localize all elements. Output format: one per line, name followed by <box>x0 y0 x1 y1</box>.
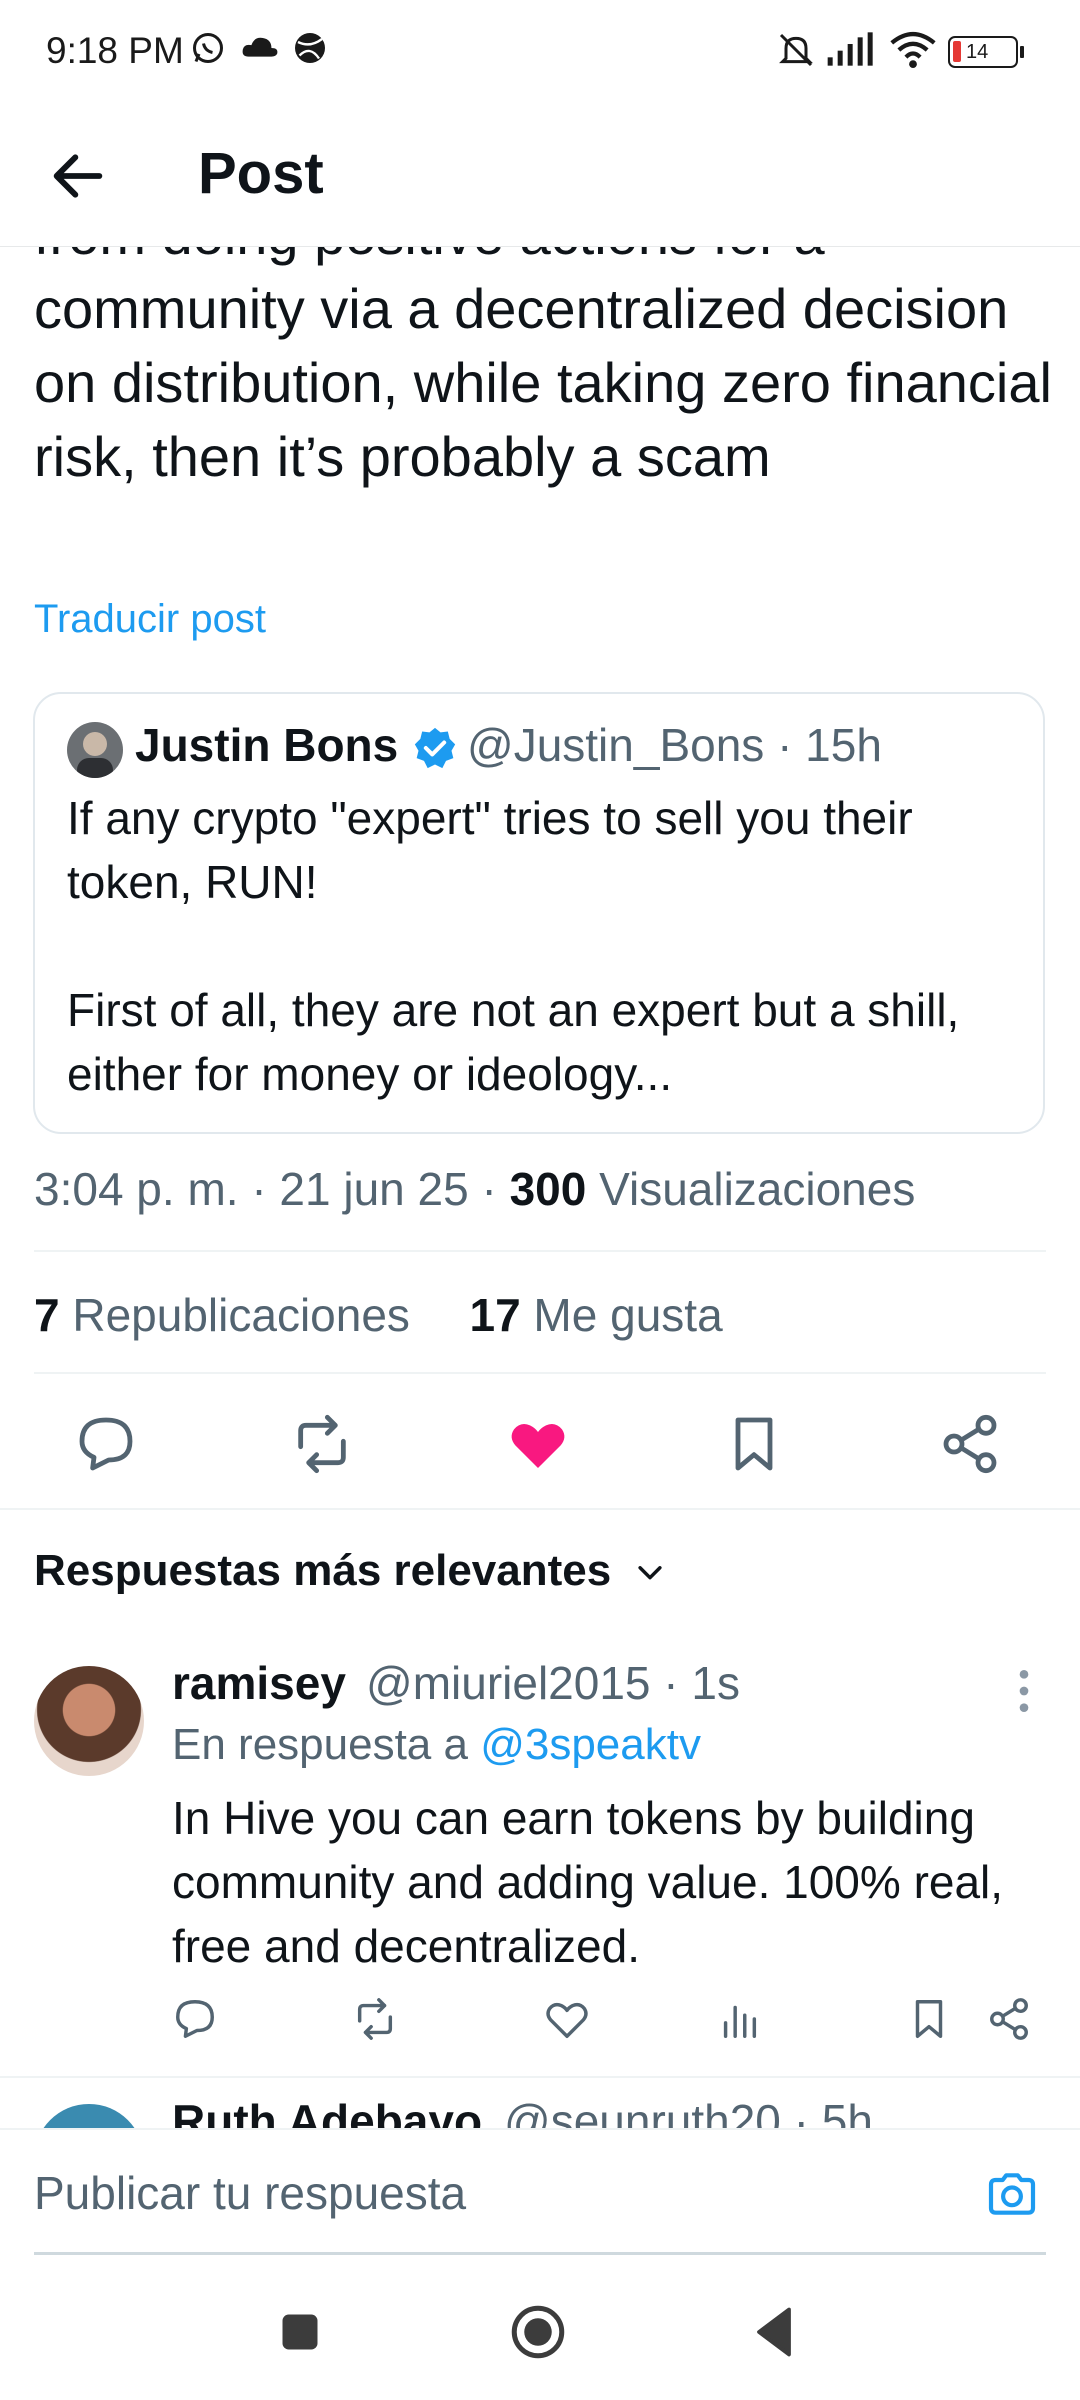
replying-to: En respuesta a @3speaktv <box>172 1720 701 1769</box>
post-meta: 3:04 p. m. · 21 jun 25 · 300 Visualizaci… <box>34 1162 915 1216</box>
reply-input[interactable]: Publicar tu respuesta <box>34 2166 466 2220</box>
post-actions <box>0 1400 1080 1500</box>
whatsapp-icon <box>193 33 223 63</box>
quote-body: If any crypto "expert" tries to sell you… <box>67 792 960 1100</box>
share-icon[interactable] <box>986 1996 1032 2042</box>
quote-avatar[interactable] <box>67 722 123 778</box>
reply-icon[interactable] <box>172 1996 218 2042</box>
battery-level: 14 <box>966 41 989 63</box>
next-reply-avatar[interactable] <box>34 2104 144 2128</box>
status-bar: 9:18 PM 14 <box>0 0 1080 110</box>
muted-bell-icon <box>779 33 813 67</box>
reply-author-handle: @miuriel2015 · 1s <box>366 1657 740 1709</box>
quote-author-handle: @Justin_Bons · 15h <box>467 719 882 771</box>
status-time: 9:18 PM <box>46 30 184 71</box>
system-nav-bar <box>0 2258 1080 2400</box>
next-reply[interactable]: Ruth Adebayo @seunruth20 · 5h <box>34 2084 1074 2128</box>
views-label: Visualizaciones <box>586 1163 916 1215</box>
replying-to-link[interactable]: @3speaktv <box>480 1720 701 1769</box>
reply-author-name: ramisey <box>172 1657 346 1709</box>
views-count: 300 <box>509 1163 587 1215</box>
next-reply-author-handle: @seunruth20 · 5h <box>504 2095 873 2128</box>
battery-icon: 14 <box>948 36 1024 68</box>
reposts-stat[interactable]: 7 Republicaciones <box>34 1289 410 1341</box>
verified-badge-icon <box>414 727 456 769</box>
bookmark-icon[interactable] <box>906 1996 952 2042</box>
signal-icon <box>827 32 873 66</box>
camera-icon[interactable] <box>984 2166 1040 2222</box>
reply-icon[interactable] <box>74 1412 138 1476</box>
back-nav-icon[interactable] <box>744 2302 804 2362</box>
divider <box>0 1508 1080 1510</box>
quoted-post[interactable]: Justin Bons @Justin_Bons · 15h If any cr… <box>33 692 1045 1134</box>
chevron-down-icon <box>638 1566 663 1580</box>
next-reply-author-name: Ruth Adebayo <box>172 2095 483 2128</box>
cloud-icon <box>242 37 278 57</box>
like-icon[interactable] <box>544 1996 590 2042</box>
likes-stat[interactable]: 17 Me gusta <box>469 1289 722 1341</box>
analytics-icon[interactable] <box>716 1996 762 2042</box>
replies-sort-label: Respuestas más relevantes <box>34 1546 612 1595</box>
share-icon[interactable] <box>938 1412 1002 1476</box>
quote-author-name: Justin Bons <box>135 719 399 771</box>
home-icon[interactable] <box>508 2302 568 2362</box>
wifi-icon <box>890 31 936 69</box>
app-header: Post <box>0 110 1080 247</box>
divider <box>34 1372 1046 1374</box>
arrow-left-icon[interactable] <box>46 144 110 208</box>
page-title: Post <box>198 141 324 206</box>
reply-avatar[interactable] <box>34 1666 144 1776</box>
reply-input-underline <box>34 2252 1046 2255</box>
recent-apps-icon[interactable] <box>270 2302 330 2362</box>
divider <box>34 1250 1046 1252</box>
reply-actions <box>172 1996 1052 2056</box>
repost-icon[interactable] <box>352 1996 398 2042</box>
bookmark-icon[interactable] <box>722 1412 786 1476</box>
reply-body: In Hive you can earn tokens by building … <box>172 1792 1004 1972</box>
more-options-icon[interactable] <box>1010 1666 1038 1716</box>
replies-sort-dropdown[interactable]: Respuestas más relevantes <box>34 1546 667 1596</box>
translate-post-link[interactable]: Traducir post <box>34 597 266 642</box>
ball-icon <box>295 33 325 63</box>
divider <box>0 2076 1080 2078</box>
repost-icon[interactable] <box>290 1412 354 1476</box>
post-stats: 7 Republicaciones 17 Me gusta <box>34 1288 723 1342</box>
reply-bar: Publicar tu respuesta <box>0 2128 1080 2260</box>
post-timestamp: 3:04 p. m. · 21 jun 25 · <box>34 1163 510 1215</box>
like-icon[interactable] <box>506 1412 570 1476</box>
